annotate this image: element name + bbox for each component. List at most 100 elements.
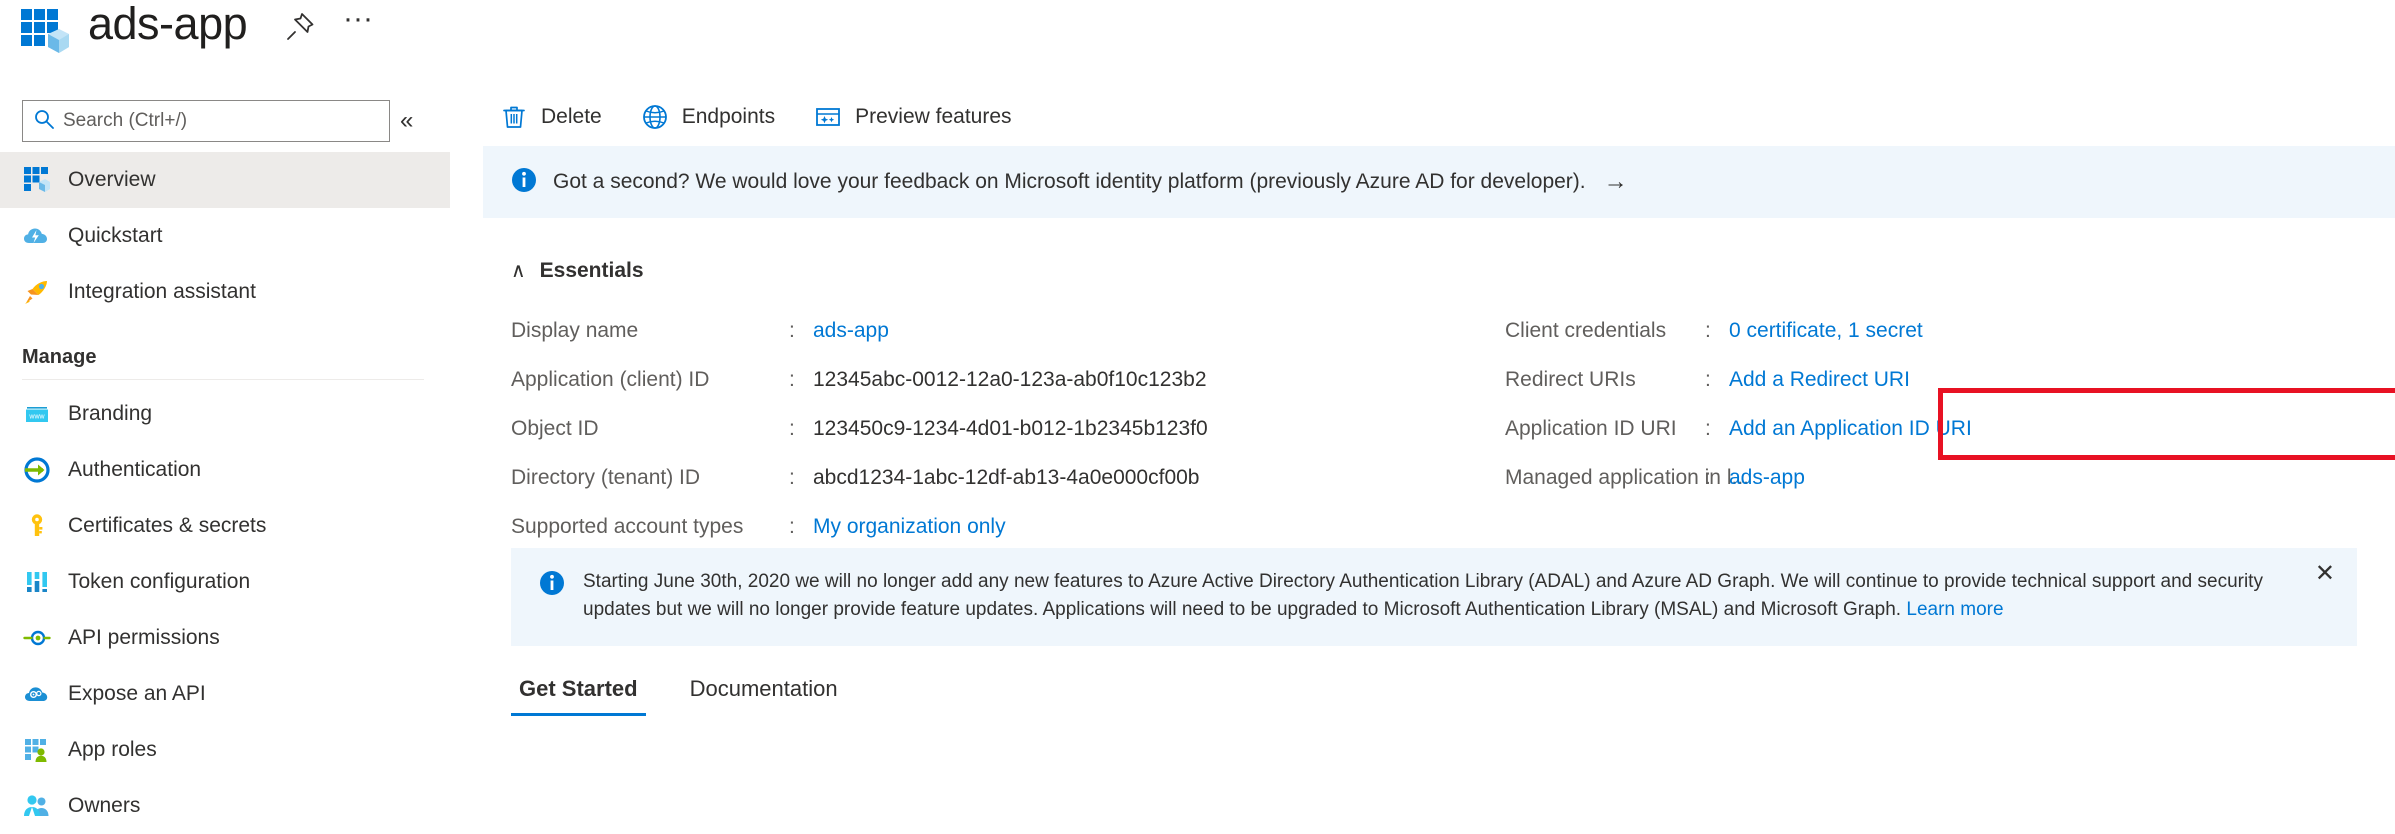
more-options-button[interactable]: ··· bbox=[338, 4, 378, 46]
search-container bbox=[22, 100, 390, 142]
sidebar-item-label: Integration assistant bbox=[68, 280, 256, 303]
row-label: Client credentials bbox=[1505, 318, 1667, 342]
sidebar-item-label: Quickstart bbox=[68, 224, 163, 247]
essentials-row-directory-tenant-id: Directory (tenant) ID : abcd1234-1abc-12… bbox=[511, 453, 1208, 502]
command-bar: Delete Endpoints Preview features bbox=[483, 88, 2395, 146]
search-icon bbox=[33, 108, 55, 135]
sidebar-item-expose-an-api[interactable]: Expose an API bbox=[0, 666, 450, 722]
essentials-toggle[interactable]: ∧ Essentials bbox=[511, 258, 644, 283]
row-colon: : bbox=[1705, 416, 1711, 440]
row-value[interactable]: My organization only bbox=[813, 515, 1006, 539]
essentials-row-application-id-uri: Application ID URI : Add an Application … bbox=[1505, 404, 1972, 453]
authentication-arrow-icon bbox=[22, 455, 52, 485]
client-credentials-highlight-box bbox=[1938, 388, 2395, 460]
sidebar-item-label: Overview bbox=[68, 168, 156, 191]
sidebar-item-authentication[interactable]: Authentication bbox=[0, 442, 450, 498]
row-colon: : bbox=[789, 514, 795, 538]
essentials-right-column: Client credentials : 0 certificate, 1 se… bbox=[1505, 306, 1972, 502]
row-label: Display name bbox=[511, 318, 639, 342]
row-label: Redirect URIs bbox=[1505, 367, 1636, 391]
close-icon[interactable]: ✕ bbox=[2315, 562, 2335, 586]
row-value[interactable]: ads-app bbox=[813, 319, 889, 343]
overview-icon bbox=[22, 165, 52, 195]
feedback-banner-arrow[interactable]: → bbox=[1604, 168, 1628, 196]
sidebar-item-owners[interactable]: Owners bbox=[0, 778, 450, 834]
app-registration-icon bbox=[18, 6, 70, 58]
api-permissions-icon bbox=[22, 623, 52, 653]
quickstart-cloud-icon bbox=[22, 221, 52, 251]
endpoints-button[interactable]: Endpoints bbox=[624, 88, 791, 146]
sidebar-item-app-roles[interactable]: App roles bbox=[0, 722, 450, 778]
sidebar-item-quickstart[interactable]: Quickstart bbox=[0, 208, 450, 264]
tab-get-started[interactable]: Get Started bbox=[511, 676, 646, 716]
sidebar-item-token-configuration[interactable]: Token configuration bbox=[0, 554, 450, 610]
essentials-row-client-credentials: Client credentials : 0 certificate, 1 se… bbox=[1505, 306, 1972, 355]
pin-icon[interactable] bbox=[283, 10, 317, 44]
search-box[interactable] bbox=[22, 100, 390, 142]
essentials-row-managed-application: Managed application in l... : ads-app bbox=[1505, 453, 1972, 502]
sidebar-item-label: Token configuration bbox=[68, 570, 251, 593]
row-colon: : bbox=[789, 318, 795, 342]
row-colon: : bbox=[789, 465, 795, 489]
expose-api-cloud-icon bbox=[22, 679, 52, 709]
row-value[interactable]: ads-app bbox=[1729, 466, 1805, 490]
row-value[interactable]: 123450c9-1234-4d01-b012-1b2345b123f0 bbox=[813, 417, 1208, 441]
sidebar-item-label: API permissions bbox=[68, 626, 220, 649]
feedback-banner-text: Got a second? We would love your feedbac… bbox=[553, 170, 1586, 193]
row-value[interactable]: 12345abc-0012-12a0-123a-ab0f10c123b2 bbox=[813, 368, 1207, 392]
row-label: Managed application in l... bbox=[1505, 465, 1749, 489]
row-value[interactable]: abcd1234-1abc-12df-ab13-4a0e000cf00b bbox=[813, 466, 1199, 490]
essentials-row-object-id: Object ID : 123450c9-1234-4d01-b012-1b23… bbox=[511, 404, 1208, 453]
row-colon: : bbox=[789, 416, 795, 440]
essentials-row-application-client-id: Application (client) ID : 12345abc-0012-… bbox=[511, 355, 1208, 404]
preview-features-button[interactable]: Preview features bbox=[797, 88, 1027, 146]
row-label: Object ID bbox=[511, 416, 599, 440]
sidebar-item-branding[interactable]: www Branding bbox=[0, 386, 450, 442]
tab-label: Documentation bbox=[689, 676, 838, 701]
sidebar-item-label: App roles bbox=[68, 738, 157, 761]
sidebar-item-overview[interactable]: Overview bbox=[0, 152, 450, 208]
sidebar-item-api-permissions[interactable]: API permissions bbox=[0, 610, 450, 666]
essentials-left-column: Display name : ads-app Application (clie… bbox=[511, 306, 1208, 551]
sidebar-item-integration-assistant[interactable]: Integration assistant bbox=[0, 264, 450, 320]
deprecation-notice: Starting June 30th, 2020 we will no long… bbox=[511, 548, 2357, 646]
branding-www-icon: www bbox=[22, 399, 52, 429]
row-colon: : bbox=[1705, 318, 1711, 342]
delete-label: Delete bbox=[541, 105, 602, 128]
sidebar-item-certificates-secrets[interactable]: Certificates & secrets bbox=[0, 498, 450, 554]
rocket-icon bbox=[22, 277, 52, 307]
token-configuration-icon bbox=[22, 567, 52, 597]
owners-people-icon bbox=[22, 791, 52, 821]
sidebar-item-label: Owners bbox=[68, 794, 141, 817]
essentials-row-supported-account-types: Supported account types : My organizatio… bbox=[511, 502, 1208, 551]
preview-features-label: Preview features bbox=[855, 105, 1012, 128]
page-title: ads-app bbox=[88, 0, 248, 49]
page-header: ads-app ··· bbox=[0, 0, 2395, 88]
trash-icon bbox=[499, 102, 529, 132]
app-roles-icon bbox=[22, 735, 52, 765]
essentials-row-redirect-uris: Redirect URIs : Add a Redirect URI bbox=[1505, 355, 1972, 404]
row-colon: : bbox=[1705, 465, 1711, 489]
row-value[interactable]: Add a Redirect URI bbox=[1729, 368, 1910, 392]
info-icon bbox=[537, 568, 567, 603]
row-label: Application (client) ID bbox=[511, 367, 710, 391]
collapse-sidebar-button[interactable]: « bbox=[400, 104, 413, 138]
globe-icon bbox=[640, 102, 670, 132]
deprecation-notice-text: Starting June 30th, 2020 we will no long… bbox=[583, 571, 2263, 620]
row-label: Supported account types bbox=[511, 514, 744, 538]
tab-documentation[interactable]: Documentation bbox=[682, 676, 846, 716]
row-value[interactable]: Add an Application ID URI bbox=[1729, 417, 1972, 441]
row-label: Application ID URI bbox=[1505, 416, 1677, 440]
row-label: Directory (tenant) ID bbox=[511, 465, 701, 489]
tab-label: Get Started bbox=[519, 676, 638, 701]
learn-more-link[interactable]: Learn more bbox=[1906, 599, 2003, 620]
chevron-up-icon: ∧ bbox=[511, 260, 526, 282]
info-icon bbox=[509, 165, 539, 200]
essentials-row-display-name: Display name : ads-app bbox=[511, 306, 1208, 355]
search-input[interactable] bbox=[55, 109, 389, 133]
delete-button[interactable]: Delete bbox=[483, 88, 618, 146]
row-colon: : bbox=[789, 367, 795, 391]
sidebar-divider bbox=[22, 379, 424, 380]
row-value[interactable]: 0 certificate, 1 secret bbox=[1729, 319, 1923, 343]
feedback-banner: Got a second? We would love your feedbac… bbox=[483, 146, 2395, 218]
